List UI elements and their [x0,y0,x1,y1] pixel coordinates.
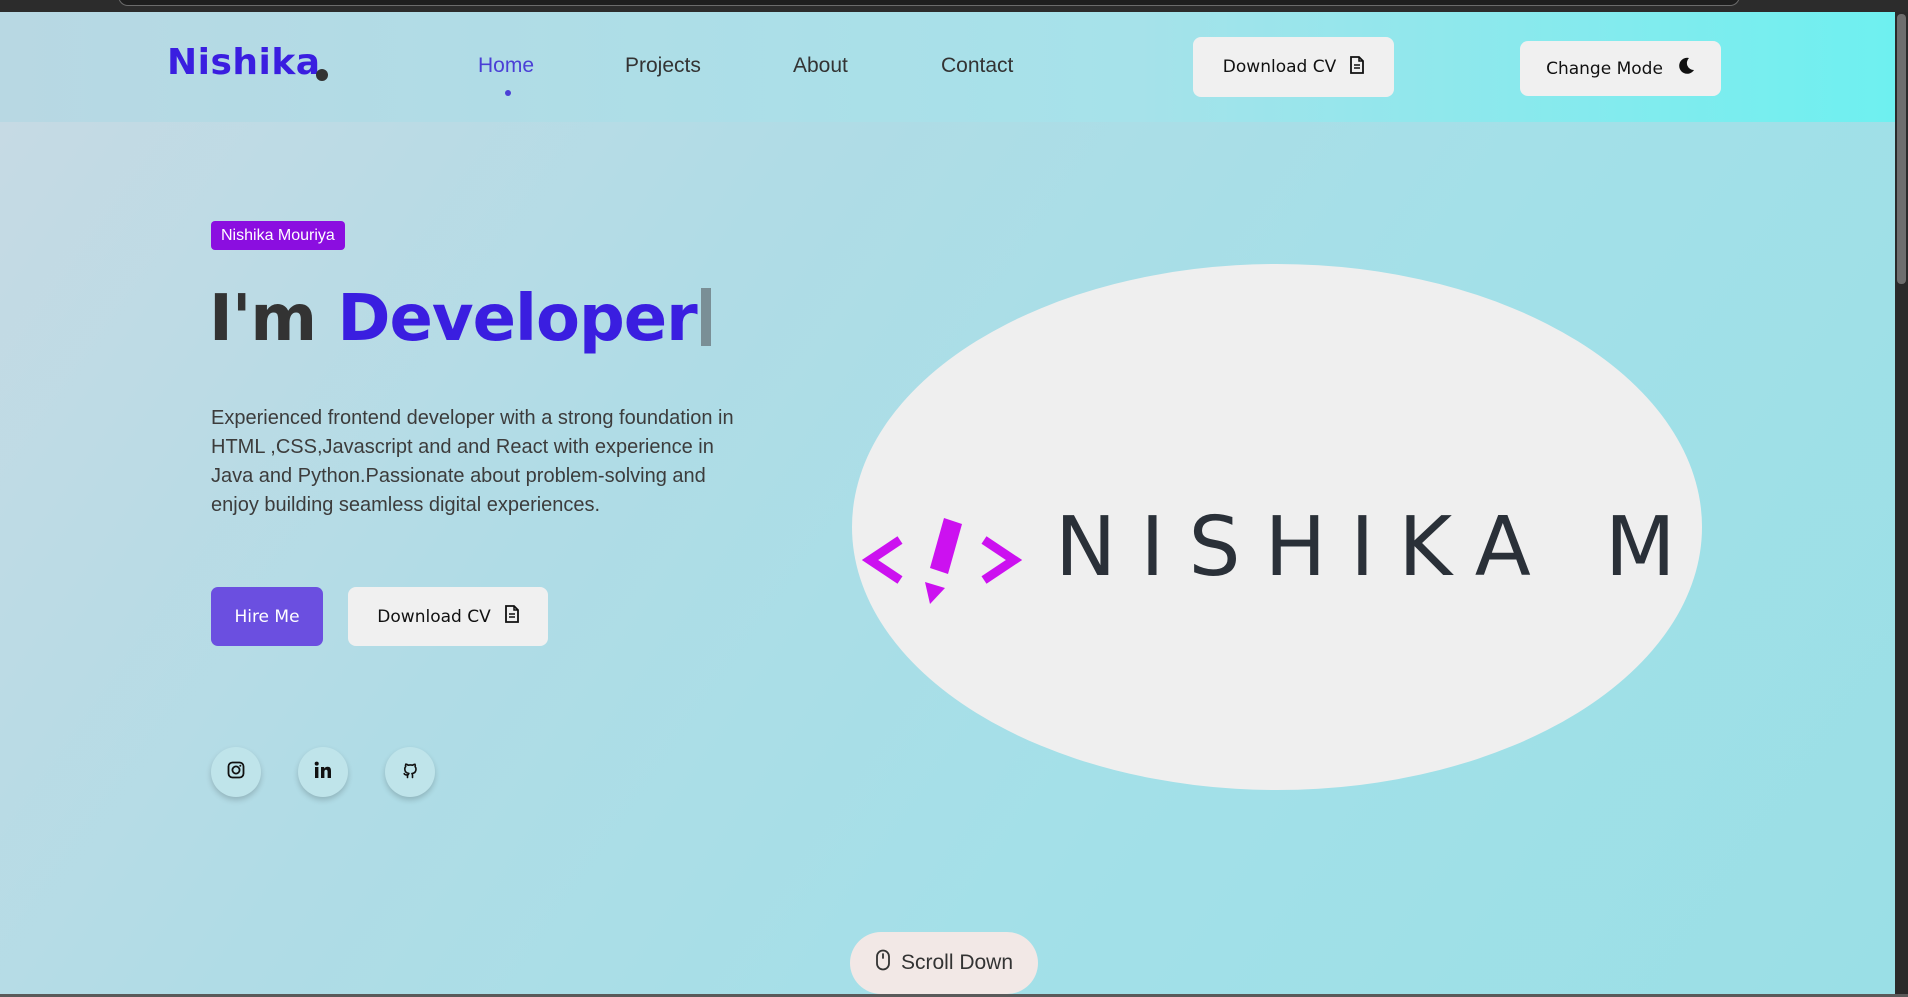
nav-home[interactable]: Home [478,54,534,78]
header-download-cv-button[interactable]: Download CV [1193,37,1394,97]
hire-me-button[interactable]: Hire Me [211,587,323,646]
scrollbar-thumb[interactable] [1897,14,1906,284]
browser-top-bar [0,0,1908,12]
browser-tab-edge [118,0,1740,6]
hero-download-cv-button[interactable]: Download CV [348,587,548,646]
nav-about[interactable]: About [793,54,848,78]
instagram-link[interactable] [211,747,261,797]
github-icon [401,761,419,784]
scroll-down-button[interactable]: Scroll Down [850,932,1038,994]
nav-contact[interactable]: Contact [941,54,1013,78]
nav-active-indicator [505,90,511,96]
change-mode-button[interactable]: Change Mode [1520,41,1721,96]
hero-description: Experienced frontend developer with a st… [211,407,734,516]
headline-accent: Developer [337,282,697,356]
hero-headline: I'm Developer [209,282,711,356]
document-icon [504,605,519,628]
moon-icon [1677,57,1695,80]
headline-prefix: I'm [209,282,338,356]
site-header: Nishika Home Projects About Contact Down… [0,12,1895,122]
brand-wordmark: NISHIKA M [1055,500,1700,595]
change-mode-label: Change Mode [1546,58,1663,79]
logo-dot [316,69,328,81]
nav-projects[interactable]: Projects [625,54,701,78]
linkedin-link[interactable] [298,747,348,797]
linkedin-icon [314,761,332,784]
github-link[interactable] [385,747,435,797]
page-viewport: Nishika Home Projects About Contact Down… [0,12,1895,994]
name-badge: Nishika Mouriya [211,221,345,250]
mouse-icon [875,949,891,977]
document-icon [1350,55,1365,79]
instagram-icon [227,761,245,784]
site-logo[interactable]: Nishika [167,42,321,83]
hero-download-cv-label: Download CV [377,606,491,627]
scroll-down-label: Scroll Down [900,951,1014,974]
typing-cursor [700,288,711,346]
code-pen-logo-icon [861,512,1023,612]
header-download-cv-label: Download CV [1222,57,1337,77]
